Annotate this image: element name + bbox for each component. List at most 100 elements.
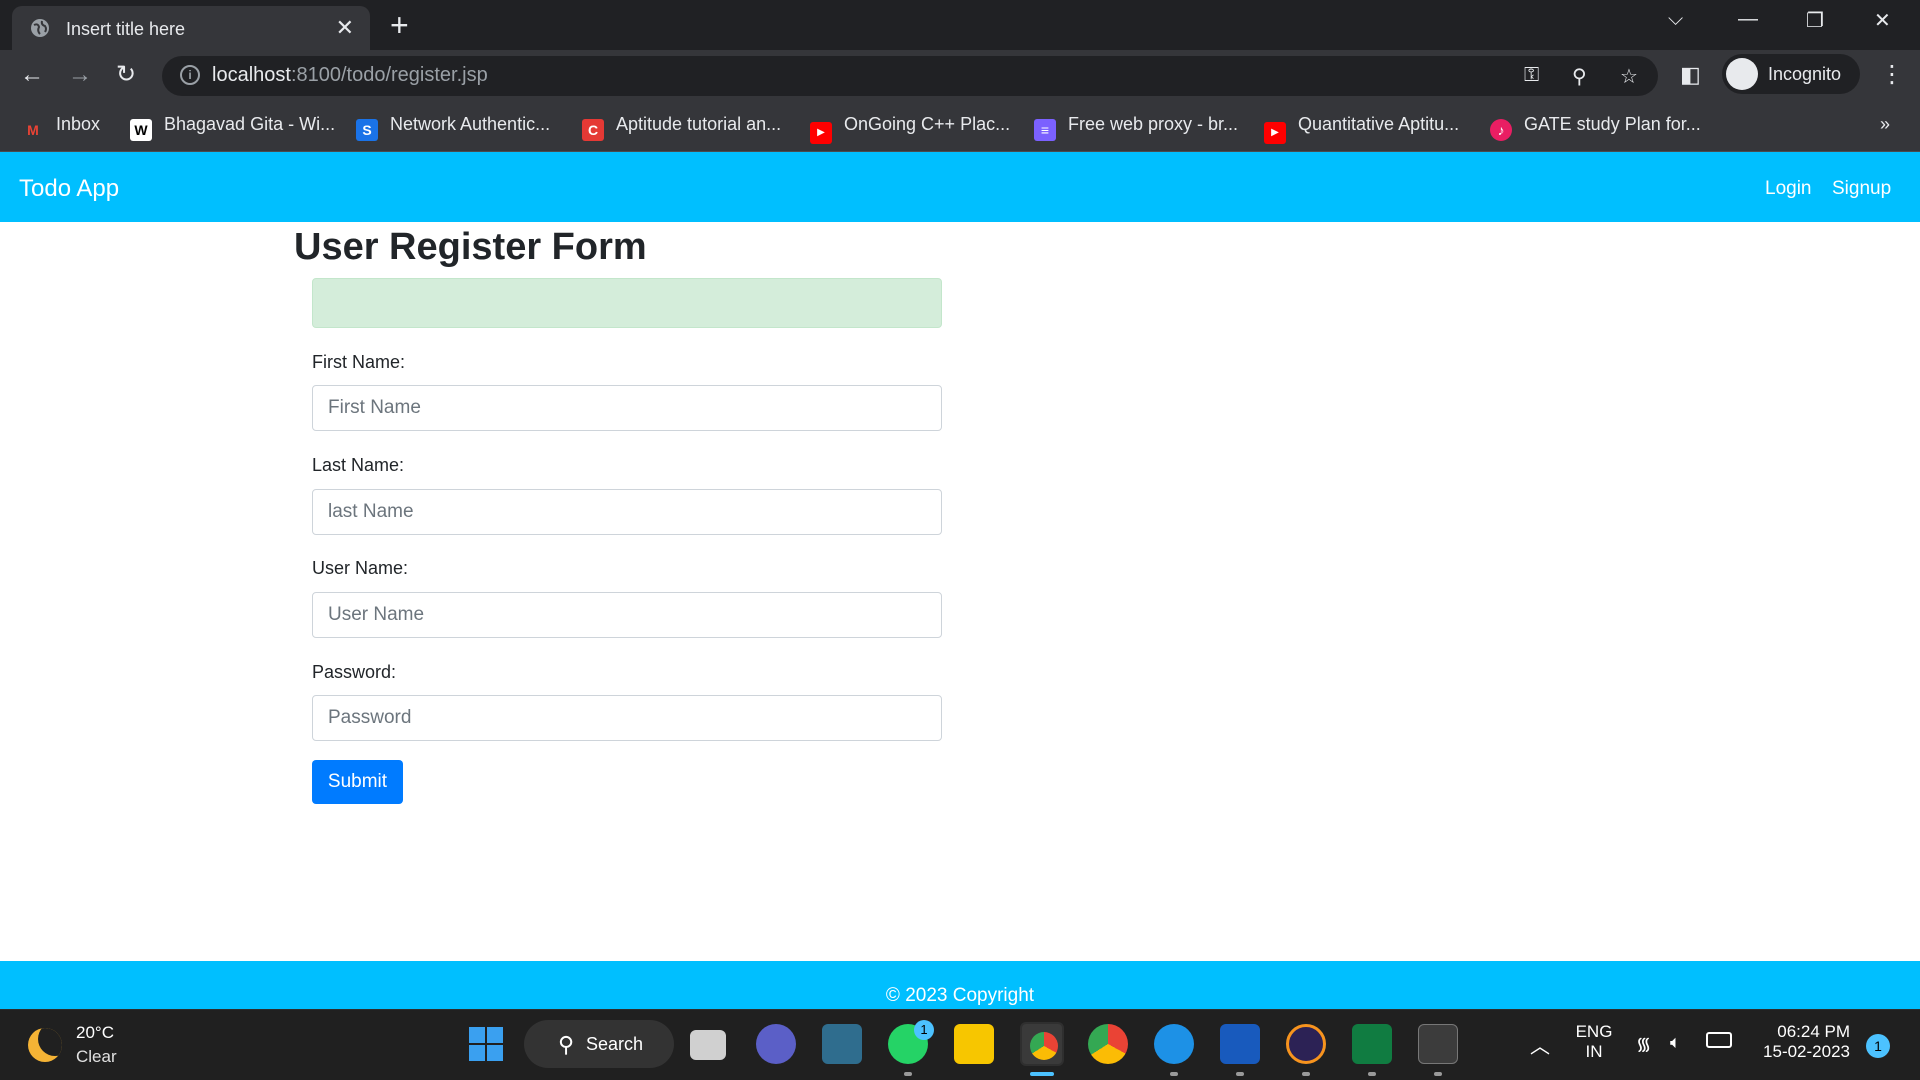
bookmark-item[interactable]: ▶ OnGoing C++ Plac... — [810, 114, 1010, 144]
bookmark-item[interactable]: ▶ Quantitative Aptitu... — [1264, 114, 1459, 144]
running-indicator — [1434, 1072, 1442, 1076]
first-name-input[interactable] — [312, 385, 942, 431]
address-bar[interactable]: i localhost:8100/todo/register.jsp ⚿ ⚲ ☆ — [162, 56, 1658, 96]
bookmark-item[interactable]: ♪ GATE study Plan for... — [1490, 114, 1701, 141]
side-panel-icon[interactable]: ◧ — [1680, 62, 1701, 88]
region-code: IN — [1585, 1042, 1603, 1061]
bookmark-item[interactable]: S Network Authentic... — [356, 114, 550, 141]
bookmark-item[interactable]: W Bhagavad Gita - Wi... — [130, 114, 335, 141]
url-host: localhost — [212, 64, 291, 86]
site-info-icon[interactable]: i — [180, 65, 200, 85]
user-name-label: User Name: — [312, 558, 409, 578]
tab-search-chevron-icon[interactable]: ⌵ — [1668, 8, 1683, 31]
running-indicator — [1170, 1072, 1178, 1076]
url-path: :8100/todo/register.jsp — [290, 64, 488, 86]
clock[interactable]: 06:24 PM 15-02-2023 — [1750, 1022, 1850, 1062]
bookmark-item[interactable]: ≡ Free web proxy - br... — [1034, 114, 1238, 141]
more-bookmarks-button[interactable]: » — [1880, 114, 1890, 135]
submit-button[interactable]: Submit — [312, 760, 403, 804]
task-view-icon[interactable] — [690, 1030, 726, 1060]
running-indicator — [904, 1072, 912, 1076]
bookmark-label: Aptitude tutorial an... — [616, 114, 782, 134]
incognito-icon — [1726, 58, 1758, 90]
user-name-input[interactable] — [312, 592, 942, 638]
forward-button[interactable]: → — [68, 62, 92, 88]
weather-condition[interactable]: Clear — [76, 1047, 117, 1067]
login-link[interactable]: Login — [1765, 178, 1812, 200]
running-indicator — [1302, 1072, 1310, 1076]
back-button[interactable]: ← — [20, 62, 44, 88]
file-explorer-icon[interactable] — [954, 1024, 994, 1064]
signup-link[interactable]: Signup — [1832, 178, 1891, 200]
bookmark-label: GATE study Plan for... — [1524, 114, 1701, 134]
running-indicator — [1236, 1072, 1244, 1076]
close-window-button[interactable]: ✕ — [1874, 8, 1891, 33]
incognito-profile-button[interactable]: Incognito — [1722, 54, 1860, 94]
youtube-icon: ▶ — [810, 122, 832, 144]
running-indicator — [1368, 1072, 1376, 1076]
browser-menu-icon[interactable]: ⋮ — [1880, 62, 1904, 88]
windows-start-icon[interactable] — [466, 1024, 506, 1064]
bookmark-label: Inbox — [56, 114, 101, 134]
globe-icon — [31, 19, 49, 37]
bookmark-label: OnGoing C++ Plac... — [844, 114, 1011, 134]
battery-icon[interactable] — [1706, 1032, 1732, 1048]
message-alert — [312, 278, 942, 328]
last-name-input[interactable] — [312, 489, 942, 535]
chrome-icon[interactable] — [1088, 1024, 1128, 1064]
youtube-icon: ▶ — [1264, 122, 1286, 144]
bookmark-label: Bhagavad Gita - Wi... — [164, 114, 336, 134]
brand-link[interactable]: Todo App — [19, 175, 119, 203]
bookmark-label: Network Authentic... — [390, 114, 551, 134]
bookmark-star-icon[interactable]: ☆ — [1620, 64, 1638, 89]
zoom-icon[interactable]: ⚲ — [1572, 64, 1587, 89]
excel-icon[interactable] — [1352, 1024, 1392, 1064]
minimize-button[interactable]: — — [1738, 8, 1758, 31]
mysql-workbench-icon[interactable] — [822, 1024, 862, 1064]
search-label: Search — [586, 1034, 644, 1054]
reload-button[interactable]: ↻ — [116, 62, 136, 88]
last-name-label: Last Name: — [312, 455, 405, 475]
password-label: Password: — [312, 662, 397, 682]
close-tab-icon[interactable]: ✕ — [336, 15, 354, 41]
word-icon[interactable] — [1220, 1024, 1260, 1064]
taskbar-search[interactable]: ⚲ Search — [524, 1020, 674, 1068]
password-input[interactable] — [312, 695, 942, 741]
bookmark-label: Free web proxy - br... — [1068, 114, 1239, 134]
new-tab-button[interactable]: + — [390, 8, 409, 42]
wikipedia-icon: W — [130, 119, 152, 141]
docker-icon[interactable] — [1154, 1024, 1194, 1064]
tab-title: Insert title here — [66, 19, 186, 39]
clock-date: 15-02-2023 — [1763, 1042, 1850, 1061]
eclipse-icon[interactable] — [1286, 1024, 1326, 1064]
proxy-icon: ≡ — [1034, 119, 1056, 141]
browser-tab[interactable]: Insert title here ✕ — [12, 6, 370, 50]
notification-badge[interactable]: 1 — [1866, 1034, 1890, 1058]
bookmark-item[interactable]: C Aptitude tutorial an... — [582, 114, 781, 141]
moon-weather-icon[interactable] — [28, 1028, 62, 1062]
chrome-icon — [1030, 1032, 1058, 1060]
clock-time: 06:24 PM — [1777, 1022, 1850, 1041]
bookmark-label: Quantitative Aptitu... — [1298, 114, 1460, 134]
wifi-icon[interactable]: ᯾ — [1636, 1032, 1651, 1056]
password-key-icon[interactable]: ⚿ — [1524, 64, 1539, 87]
bookmarks-bar: M Inbox W Bhagavad Gita - Wi... S Network A… — [0, 100, 1920, 152]
chrome-incognito-app[interactable] — [1020, 1022, 1064, 1066]
first-name-label: First Name: — [312, 352, 406, 372]
restore-button[interactable]: ❐ — [1806, 8, 1824, 33]
bookmark-item[interactable]: M Inbox — [22, 114, 100, 141]
volume-icon[interactable]: 🔈︎ — [1670, 1032, 1681, 1053]
show-hidden-icons-chevron-icon[interactable]: ︿ — [1530, 1030, 1550, 1059]
windows-taskbar: 20°C Clear ⚲ Search 1 ︿ ENG IN ᯾ 🔈︎ 06:2… — [0, 1009, 1920, 1080]
weather-temperature[interactable]: 20°C — [76, 1023, 114, 1043]
active-indicator — [1030, 1072, 1054, 1076]
whatsapp-badge: 1 — [914, 1020, 934, 1040]
incognito-label: Incognito — [1768, 64, 1842, 84]
terminal-icon[interactable] — [1418, 1024, 1458, 1064]
gmail-icon: M — [27, 122, 39, 138]
teams-chat-icon[interactable] — [756, 1024, 796, 1064]
browser-toolbar: ← → ↻ i localhost:8100/todo/register.jsp… — [0, 50, 1920, 100]
language-indicator[interactable]: ENG IN — [1574, 1022, 1614, 1062]
s-icon: S — [356, 119, 378, 141]
url-text[interactable]: localhost:8100/todo/register.jsp — [212, 64, 488, 87]
